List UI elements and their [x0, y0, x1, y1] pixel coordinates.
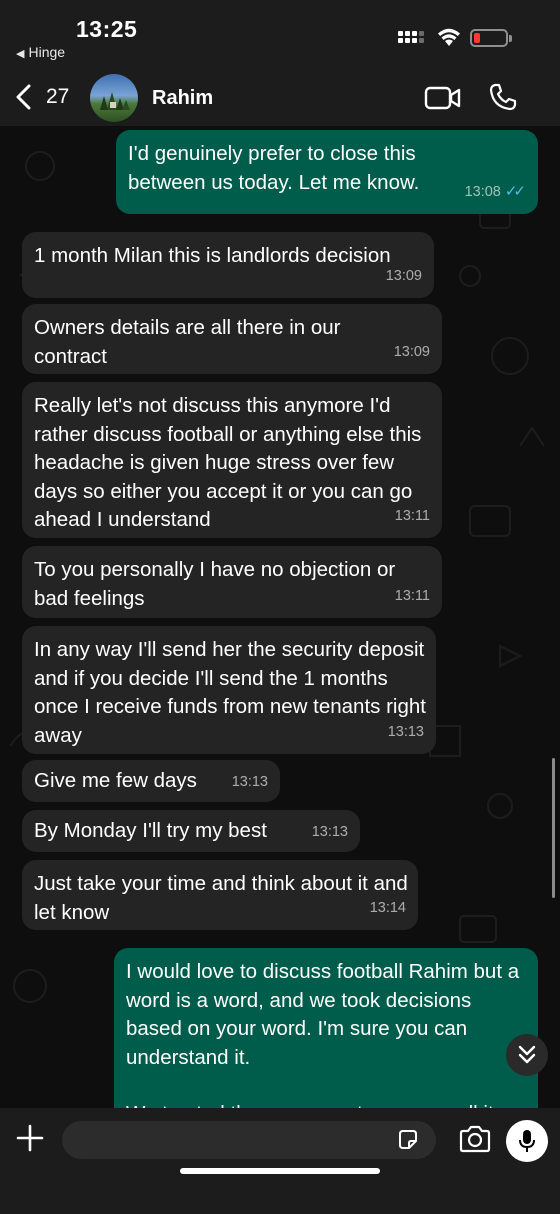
message-text: In any way I'll send her the security de…	[34, 638, 426, 747]
message-time: 13:13	[311, 823, 348, 840]
unread-count: 27	[46, 85, 70, 108]
message-time: 13:13	[387, 723, 424, 740]
message-bubble-incoming[interactable]: 1 month Milan this is landlords decision…	[22, 232, 434, 298]
sticker-icon[interactable]	[396, 1128, 420, 1152]
message-bubble-incoming[interactable]: Just take your time and think about it a…	[22, 860, 418, 930]
scroll-to-bottom-button[interactable]	[506, 1034, 548, 1076]
camera-icon[interactable]	[458, 1125, 492, 1153]
chat-header: 27 Rahim	[0, 68, 560, 126]
back-app-label: Hinge	[28, 44, 66, 60]
message-bubble-incoming[interactable]: Give me few days 13:13	[22, 760, 280, 802]
contact-name[interactable]: Rahim	[152, 87, 213, 110]
home-indicator[interactable]	[180, 1168, 380, 1174]
message-time: 13:14	[369, 899, 406, 916]
message-bubble-outgoing[interactable]: I'd genuinely prefer to close this betwe…	[116, 130, 538, 214]
chevron-double-down-icon	[518, 1045, 536, 1064]
message-time: 13:09	[393, 343, 430, 360]
voice-call-icon[interactable]	[488, 82, 518, 112]
back-triangle-icon: ◀	[16, 48, 25, 60]
message-time: 13:11	[394, 507, 430, 524]
cellular-signal-icon	[398, 30, 424, 48]
message-text: Just take your time and think about it a…	[34, 872, 408, 924]
microphone-icon	[519, 1130, 535, 1152]
message-composer	[0, 1108, 560, 1214]
message-meta: 13:08 ✓✓	[464, 178, 526, 207]
message-input[interactable]	[76, 1121, 386, 1159]
message-bubble-incoming[interactable]: To you personally I have no objection or…	[22, 546, 442, 618]
avatar[interactable]	[90, 74, 138, 122]
back-to-app-link[interactable]: ◀ Hinge	[16, 44, 65, 60]
scrollbar[interactable]	[552, 758, 555, 898]
attach-plus-icon[interactable]	[14, 1122, 46, 1154]
message-text: Owners details are all there in our cont…	[34, 316, 341, 368]
message-bubble-incoming[interactable]: Really let's not discuss this anymore I'…	[22, 382, 442, 538]
chevron-left-icon	[16, 84, 31, 110]
message-text: 1 month Milan this is landlords decision	[34, 244, 391, 267]
message-text: Really let's not discuss this anymore I'…	[34, 394, 422, 531]
status-time: 13:25	[76, 16, 138, 42]
message-text: To you personally I have no objection or…	[34, 558, 396, 610]
chat-area[interactable]: I'd genuinely prefer to close this betwe…	[0, 126, 560, 1108]
message-text: I'd genuinely prefer to close this betwe…	[128, 142, 420, 194]
message-bubble-outgoing[interactable]: I would love to discuss football Rahim b…	[114, 948, 538, 1108]
voice-message-button[interactable]	[506, 1120, 548, 1162]
message-text: By Monday I'll try my best	[34, 819, 267, 842]
avatar-image	[100, 92, 130, 110]
message-time: 13:13	[231, 773, 268, 790]
message-bubble-incoming[interactable]: By Monday I'll try my best 13:13	[22, 810, 360, 852]
status-bar: 13:25 ◀ Hinge	[0, 0, 560, 68]
message-input-container[interactable]	[62, 1121, 436, 1159]
message-bubble-incoming[interactable]: Owners details are all there in our cont…	[22, 304, 442, 374]
wifi-icon	[438, 28, 460, 46]
message-bubble-incoming[interactable]: In any way I'll send her the security de…	[22, 626, 436, 754]
message-text-continued: We trusted the agreement you were all it	[126, 1100, 546, 1108]
message-text: I would love to discuss football Rahim b…	[126, 960, 520, 1069]
back-button[interactable]: 27	[14, 80, 74, 114]
message-time: 13:11	[394, 587, 430, 604]
video-call-icon[interactable]	[424, 85, 462, 111]
read-receipt-icon: ✓✓	[504, 182, 526, 200]
battery-icon	[470, 29, 512, 47]
message-time: 13:09	[385, 267, 422, 284]
message-time: 13:08	[464, 183, 501, 200]
